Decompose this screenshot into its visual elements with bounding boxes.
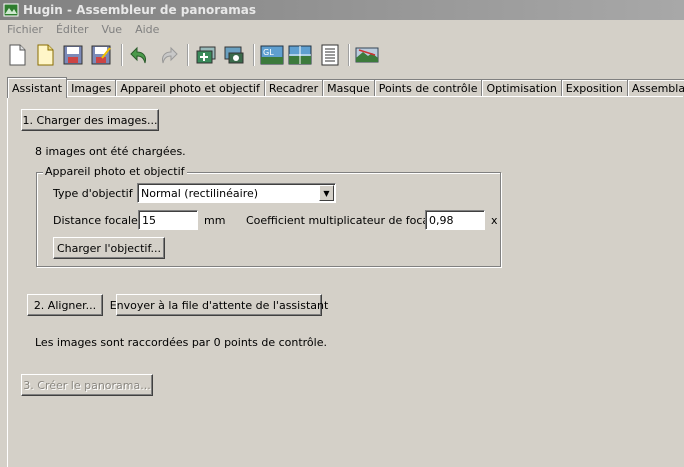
tab-exposure[interactable]: Exposition bbox=[560, 79, 628, 97]
camera-lens-group-title: Appareil photo et objectif bbox=[43, 165, 187, 178]
lens-type-select[interactable]: Normal (rectilinéaire) ▼ bbox=[137, 183, 336, 203]
menu-vue[interactable]: Vue bbox=[95, 23, 129, 36]
lens-type-label: Type d'objectif : bbox=[53, 187, 140, 200]
new-file-icon[interactable] bbox=[5, 43, 29, 67]
tab-camera-lens[interactable]: Appareil photo et objectif bbox=[115, 79, 265, 97]
images-loaded-text: 8 images ont été chargées. bbox=[35, 145, 186, 158]
tab-optimisation[interactable]: Optimisation bbox=[481, 79, 562, 97]
preview-panorama-icon[interactable] bbox=[355, 43, 379, 67]
tab-crop[interactable]: Recadrer bbox=[263, 79, 324, 97]
hugin-app-icon bbox=[3, 2, 19, 18]
opengl-preview-icon[interactable]: GL bbox=[260, 43, 284, 67]
add-images-icon[interactable] bbox=[194, 43, 218, 67]
save-as-icon[interactable] bbox=[89, 43, 113, 67]
tab-images[interactable]: Images bbox=[66, 79, 117, 97]
chevron-down-icon[interactable]: ▼ bbox=[319, 185, 334, 201]
crop-factor-label: Coefficient multiplicateur de focale : bbox=[246, 214, 447, 227]
image-list-icon[interactable] bbox=[318, 43, 342, 67]
fast-preview-icon[interactable] bbox=[288, 43, 312, 67]
focal-length-input[interactable]: 15 bbox=[138, 210, 198, 230]
title-bar: Hugin - Assembleur de panoramas bbox=[0, 0, 684, 20]
tab-stitching[interactable]: Assemblage bbox=[626, 79, 684, 97]
load-images-button[interactable]: 1. Charger des images... bbox=[21, 109, 159, 131]
tab-mask[interactable]: Masque bbox=[322, 79, 375, 97]
tab-control-points[interactable]: Points de contrôle bbox=[373, 79, 483, 97]
svg-text:GL: GL bbox=[263, 48, 274, 57]
menu-bar: Fichier Éditer Vue Aide bbox=[0, 20, 684, 38]
focal-length-label: Distance focale : bbox=[53, 214, 146, 227]
add-images-time-icon[interactable] bbox=[222, 43, 246, 67]
tab-bar: Assistant Images Appareil photo et objec… bbox=[7, 77, 684, 98]
crop-factor-input[interactable]: 0,98 bbox=[425, 210, 485, 230]
create-panorama-button[interactable]: 3. Créer le panorama... bbox=[21, 374, 153, 396]
tab-assistant[interactable]: Assistant bbox=[7, 77, 68, 98]
focal-unit-label: mm bbox=[204, 214, 226, 227]
toolbar: GL bbox=[0, 39, 684, 71]
redo-icon[interactable] bbox=[156, 43, 180, 67]
undo-icon[interactable] bbox=[128, 43, 152, 67]
menu-fichier[interactable]: Fichier bbox=[0, 23, 49, 36]
lens-type-value: Normal (rectilinéaire) bbox=[141, 186, 259, 200]
save-icon[interactable] bbox=[61, 43, 85, 67]
align-button[interactable]: 2. Aligner... bbox=[27, 294, 103, 316]
crop-unit-label: x bbox=[491, 214, 498, 227]
menu-editer[interactable]: Éditer bbox=[49, 23, 95, 36]
load-lens-button[interactable]: Charger l'objectif... bbox=[53, 237, 165, 259]
control-points-status: Les images sont raccordées par 0 points … bbox=[35, 336, 327, 349]
send-to-queue-button[interactable]: Envoyer à la file d'attente de l'assista… bbox=[110, 294, 328, 316]
open-file-icon[interactable] bbox=[33, 43, 57, 67]
window-title: Hugin - Assembleur de panoramas bbox=[23, 3, 257, 17]
menu-aide[interactable]: Aide bbox=[128, 23, 165, 36]
